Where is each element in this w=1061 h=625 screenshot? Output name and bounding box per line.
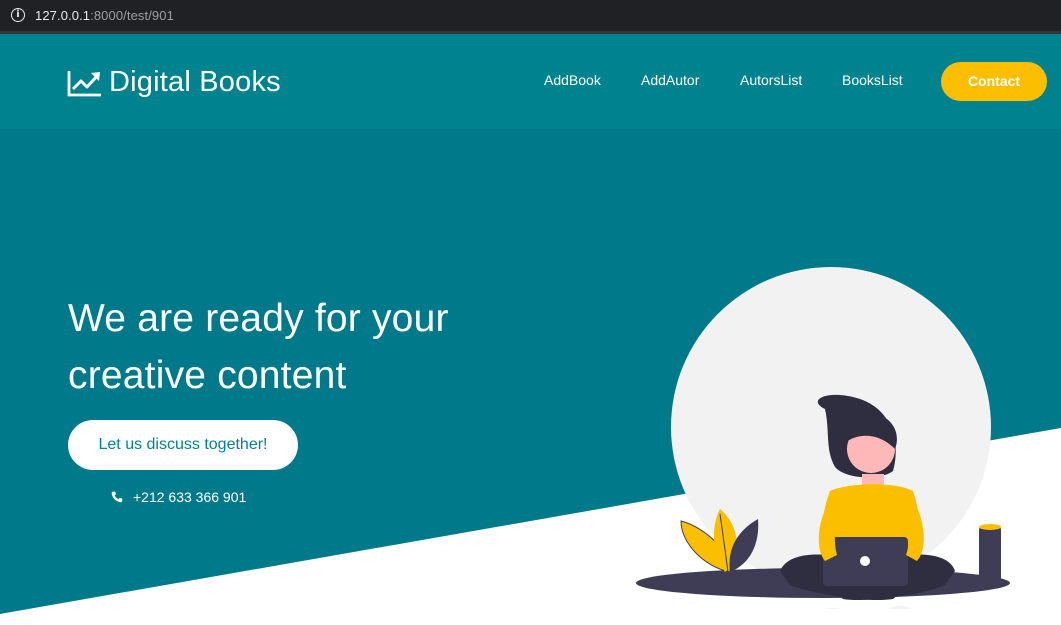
- hero-title-line2: creative content: [68, 354, 347, 397]
- site-header: Digital Books AddBook AddAutor AutorsLis…: [0, 34, 1061, 129]
- nav-link-addbook[interactable]: AddBook: [544, 72, 601, 88]
- nav-link-autorslist[interactable]: AutorsList: [740, 72, 802, 88]
- page: Digital Books AddBook AddAutor AutorsLis…: [0, 34, 1061, 625]
- browser-address-bar[interactable]: i 127.0.0.1:8000/test/901: [0, 0, 1061, 34]
- info-icon[interactable]: i: [11, 8, 25, 22]
- logo-text: Digital Books: [109, 66, 281, 98]
- url-host: 127.0.0.1: [35, 8, 91, 23]
- contact-button[interactable]: Contact: [941, 62, 1047, 101]
- nav-link-bookslist[interactable]: BooksList: [842, 72, 903, 88]
- logo[interactable]: Digital Books: [67, 66, 281, 99]
- woman-with-laptop-illustration: [636, 267, 1010, 609]
- nav-link-addautor[interactable]: AddAutor: [641, 72, 699, 88]
- phone-number: +212 633 366 901: [133, 489, 247, 505]
- hero-title: We are ready for your creative content: [68, 290, 528, 404]
- url-text[interactable]: 127.0.0.1:8000/test/901: [35, 8, 174, 23]
- phone-icon: [111, 491, 123, 503]
- phone-contact[interactable]: +212 633 366 901: [111, 489, 246, 505]
- hero-title-line1: We are ready for your: [68, 297, 449, 340]
- discuss-button[interactable]: Let us discuss together!: [68, 420, 298, 470]
- url-path: :8000/test/901: [90, 8, 174, 23]
- trending-chart-icon: [67, 70, 101, 96]
